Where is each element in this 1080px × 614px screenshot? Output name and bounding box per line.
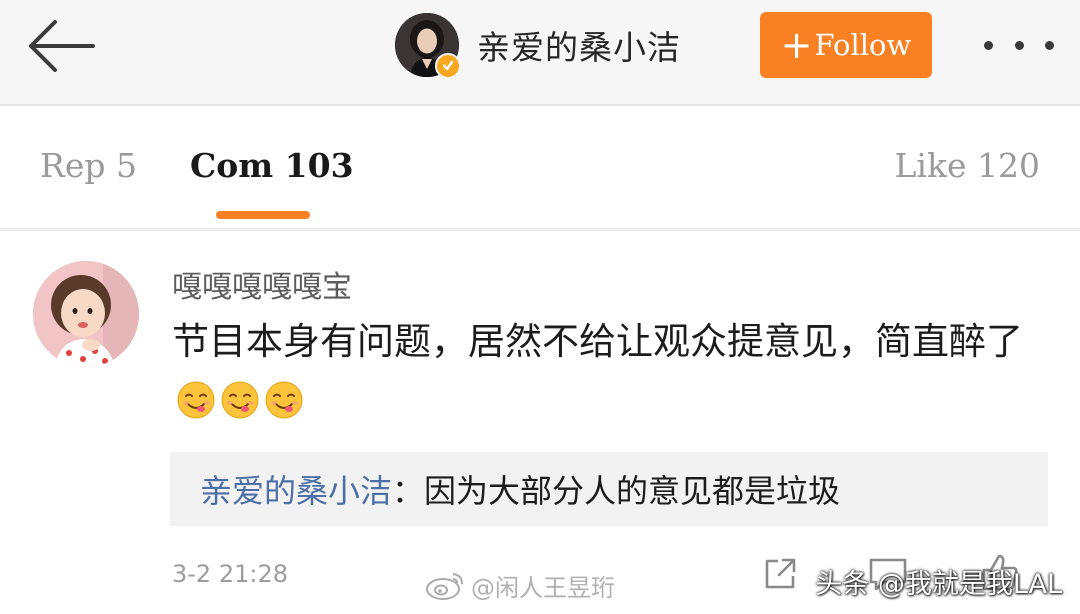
- more-button[interactable]: [978, 22, 1060, 68]
- yummy-face-icon: [221, 381, 259, 419]
- commenter-name[interactable]: 嘎嘎嘎嘎嘎宝: [172, 262, 352, 306]
- reply-separator: ：: [392, 472, 425, 510]
- plus-icon: +: [780, 23, 813, 67]
- more-dots-icon: [1014, 40, 1024, 50]
- weibo-watermark-text: @闲人王昱珩: [471, 574, 615, 602]
- weibo-logo-icon: [426, 572, 463, 600]
- author-info[interactable]: 亲爱的桑小洁: [395, 12, 681, 79]
- back-button[interactable]: [22, 14, 98, 78]
- reply-author-name[interactable]: 亲爱的桑小洁: [200, 466, 392, 512]
- forward-icon[interactable]: [762, 556, 798, 592]
- more-dots-icon: [984, 40, 993, 50]
- tab-comments[interactable]: Com 103: [190, 146, 354, 185]
- active-tab-indicator: [216, 211, 310, 219]
- author-name[interactable]: 亲爱的桑小洁: [477, 21, 681, 69]
- comment-text: 节目本身有问题，居然不给让观众提意见，简直醉了: [172, 320, 1023, 363]
- author-reply[interactable]: 亲爱的桑小洁：因为大部分人的意见都是垃圾: [170, 452, 1048, 526]
- comment-body: 节目本身有问题，居然不给让观众提意见，简直醉了: [172, 313, 1042, 429]
- tab-bar: Rep 5 Com 103 Like 120: [0, 106, 1080, 231]
- weibo-watermark: @闲人王昱珩: [425, 568, 615, 603]
- comment-timestamp: 3-2 21:28: [172, 560, 288, 588]
- tab-reposts[interactable]: Rep 5: [40, 146, 137, 185]
- reply-text: 因为大部分人的意见都是垃圾: [424, 472, 841, 510]
- commenter-avatar[interactable]: [33, 261, 139, 367]
- follow-label: Follow: [814, 28, 912, 62]
- follow-button[interactable]: + Follow: [760, 12, 932, 78]
- top-bar: 亲爱的桑小洁 + Follow: [0, 0, 1080, 106]
- verified-badge-icon: [435, 53, 461, 79]
- more-dots-icon: [1045, 40, 1054, 50]
- emoji-group: [176, 380, 304, 420]
- toutiao-watermark: 头条 @我就是我LAL: [815, 569, 1062, 600]
- tab-likes[interactable]: Like 120: [895, 146, 1040, 185]
- arrow-left-icon: [29, 20, 95, 72]
- yummy-face-icon: [177, 381, 215, 419]
- yummy-face-icon: [265, 381, 303, 419]
- author-avatar-wrap[interactable]: [395, 13, 461, 79]
